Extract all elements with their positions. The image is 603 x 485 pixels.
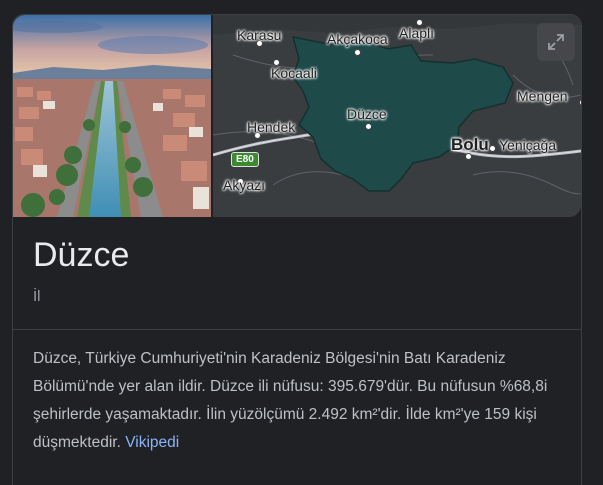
map-label-mengen: Mengen bbox=[517, 88, 568, 104]
entity-title: Düzce bbox=[33, 236, 130, 274]
entity-subtitle: İl bbox=[33, 288, 41, 305]
map-label-hendek: Hendek bbox=[247, 119, 296, 135]
map-label-duzce: Düzce bbox=[347, 106, 387, 122]
road-shield-e80: E80 bbox=[231, 152, 259, 167]
map-label-akcakoca: Akçakoca bbox=[327, 31, 388, 47]
map-label-akyazi: Akyazı bbox=[223, 177, 266, 193]
map-canvas bbox=[213, 15, 581, 217]
expand-icon bbox=[548, 34, 564, 50]
map-label-alapli: Alaplı bbox=[399, 25, 435, 41]
city-photo[interactable] bbox=[13, 15, 211, 217]
description-text: Düzce, Türkiye Cumhuriyeti'nin Karadeniz… bbox=[33, 350, 548, 451]
expand-map-button[interactable] bbox=[537, 23, 575, 61]
entity-description: Düzce, Türkiye Cumhuriyeti'nin Karadeniz… bbox=[33, 345, 573, 457]
wikipedia-link[interactable]: Vikipedi bbox=[125, 434, 179, 451]
divider bbox=[13, 329, 581, 330]
hero-media: Karasu Akçakoca Alaplı Kocaali Mengen Dü… bbox=[13, 15, 581, 217]
map-preview[interactable]: Karasu Akçakoca Alaplı Kocaali Mengen Dü… bbox=[213, 15, 581, 217]
city-photo-image bbox=[13, 15, 211, 217]
map-label-bolu: Bolu bbox=[451, 135, 489, 154]
map-label-kocaali: Kocaali bbox=[271, 65, 317, 81]
map-label-yenicaga: Yeniçağa bbox=[499, 137, 557, 153]
map-label-karasu: Karasu bbox=[237, 27, 282, 43]
knowledge-panel-card: Karasu Akçakoca Alaplı Kocaali Mengen Dü… bbox=[12, 14, 582, 485]
